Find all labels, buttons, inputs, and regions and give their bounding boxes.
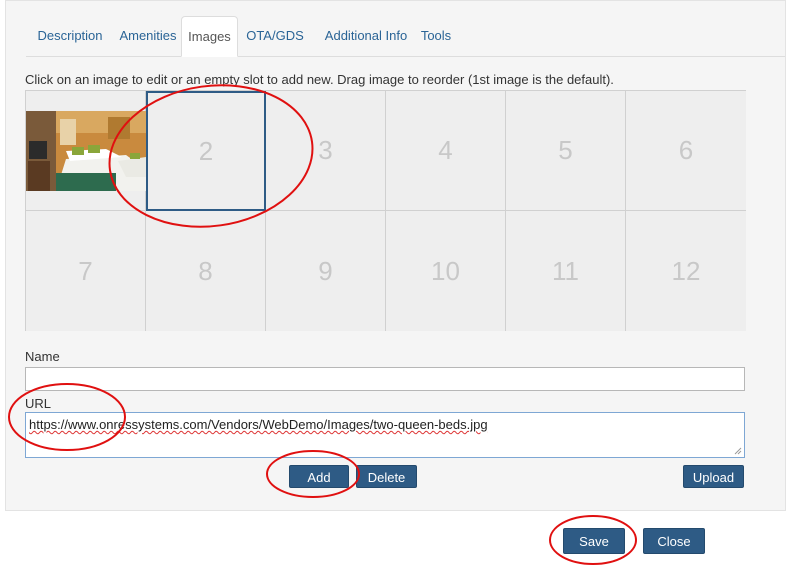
slot-number: 9 bbox=[318, 255, 333, 286]
name-input[interactable] bbox=[25, 367, 745, 391]
image-slot-11[interactable]: 11 bbox=[506, 211, 626, 331]
slot-number: 11 bbox=[552, 255, 579, 286]
image-slot-6[interactable]: 6 bbox=[626, 91, 746, 211]
close-button[interactable]: Close bbox=[643, 528, 705, 554]
slot-number: 3 bbox=[318, 135, 333, 165]
url-label: URL bbox=[25, 396, 52, 411]
upload-button[interactable]: Upload bbox=[683, 465, 744, 488]
image-slot-10[interactable]: 10 bbox=[386, 211, 506, 331]
name-label: Name bbox=[25, 349, 60, 364]
delete-button[interactable]: Delete bbox=[356, 465, 417, 488]
tab-images[interactable]: Images bbox=[181, 16, 238, 57]
tab-bar: Description Amenities Images OTA/GDS Add… bbox=[26, 16, 785, 57]
image-slot-7[interactable]: 7 bbox=[26, 211, 146, 331]
image-slot-5[interactable]: 5 bbox=[506, 91, 626, 211]
instructions-text: Click on an image to edit or an empty sl… bbox=[25, 72, 614, 87]
tab-description[interactable]: Description bbox=[26, 16, 114, 56]
add-button[interactable]: Add bbox=[289, 465, 349, 488]
slot-number: 8 bbox=[198, 255, 213, 286]
tab-ota-gds[interactable]: OTA/GDS bbox=[240, 16, 310, 56]
image-slot-8[interactable]: 8 bbox=[146, 211, 266, 331]
image-slot-4[interactable]: 4 bbox=[386, 91, 506, 211]
slot-number: 12 bbox=[671, 255, 701, 286]
image-slot-3[interactable]: 3 bbox=[266, 91, 386, 211]
image-slot-1[interactable] bbox=[26, 91, 146, 211]
tab-amenities[interactable]: Amenities bbox=[114, 16, 182, 56]
slot-number: 2 bbox=[198, 135, 214, 166]
save-button[interactable]: Save bbox=[563, 528, 625, 554]
slot-number: 4 bbox=[438, 135, 453, 165]
tab-additional-info[interactable]: Additional Info bbox=[314, 16, 418, 56]
slot-number: 5 bbox=[558, 135, 573, 165]
tab-tools[interactable]: Tools bbox=[414, 16, 458, 56]
resize-handle-icon[interactable] bbox=[734, 447, 742, 455]
slot-number: 7 bbox=[78, 255, 93, 286]
slot-number: 10 bbox=[431, 255, 460, 286]
hotel-room-thumbnail bbox=[26, 111, 146, 191]
url-input[interactable]: https://www.onressystems.com/Vendors/Web… bbox=[25, 412, 745, 458]
image-slot-9[interactable]: 9 bbox=[266, 211, 386, 331]
image-slot-2[interactable]: 2 bbox=[146, 91, 266, 211]
image-slot-12[interactable]: 12 bbox=[626, 211, 746, 331]
url-value: https://www.onressystems.com/Vendors/Web… bbox=[29, 417, 488, 432]
slot-number: 6 bbox=[678, 135, 694, 165]
image-grid: 2 3 4 5 6 7 8 9 10 11 12 bbox=[25, 90, 746, 331]
